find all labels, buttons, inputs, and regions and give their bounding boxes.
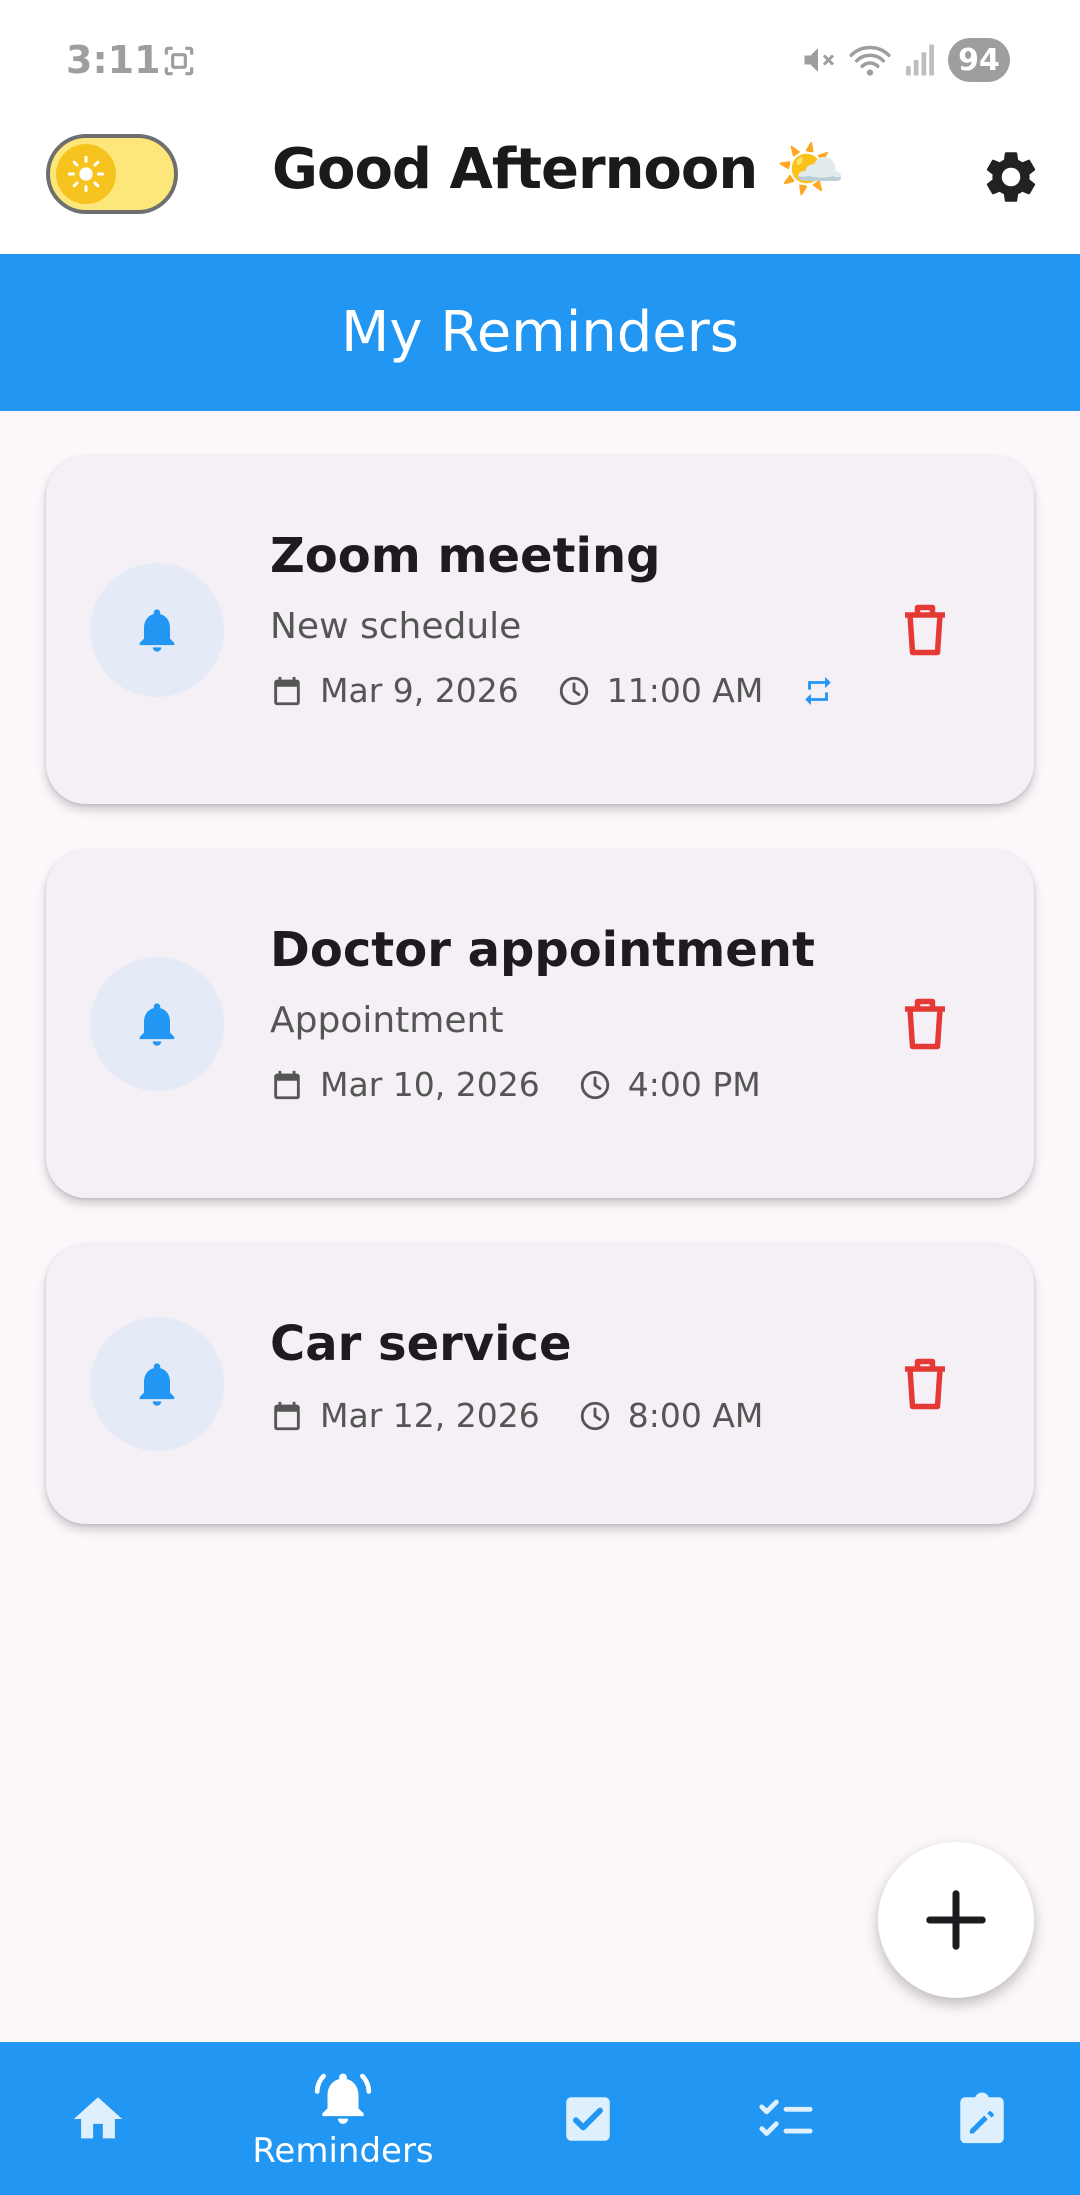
reminder-title: Zoom meeting [270, 528, 661, 584]
reminder-date: Mar 10, 2026 [320, 1065, 540, 1104]
home-icon [73, 2096, 123, 2138]
checklist-icon [759, 2099, 813, 2136]
greeting-title: Good Afternoon 🌤️ [272, 137, 845, 202]
nav-item-reminders[interactable]: Reminders [230, 2042, 456, 2195]
reminder-title: Car service [270, 1316, 572, 1372]
nav-label-reminders: Reminders [252, 2130, 434, 2171]
bell-icon [90, 1317, 224, 1451]
reminder-card[interactable]: Zoom meeting New schedule Mar 9, 2026 11… [46, 456, 1034, 804]
nav-item-home[interactable] [58, 2042, 138, 2195]
clock-icon [578, 1399, 612, 1433]
delete-icon[interactable] [900, 1356, 950, 1412]
app-header: Good Afternoon 🌤️ [0, 122, 1080, 254]
sun-icon [56, 144, 116, 204]
mute-icon [804, 48, 835, 72]
battery-indicator: 94 [948, 38, 1010, 82]
nav-item-tasks[interactable] [548, 2042, 628, 2195]
nav-item-notes[interactable] [942, 2042, 1022, 2195]
repeat-icon [801, 674, 835, 708]
calendar-icon [270, 1398, 304, 1434]
delete-icon[interactable] [900, 602, 950, 658]
signal-icon [906, 44, 934, 76]
delete-icon[interactable] [900, 996, 950, 1052]
reminder-subtitle: New schedule [270, 606, 522, 647]
calendar-icon [270, 673, 304, 709]
plus-icon [926, 1890, 986, 1950]
bell-ring-icon [314, 2072, 372, 2124]
wifi-icon [849, 45, 891, 76]
reminder-date: Mar 12, 2026 [320, 1396, 540, 1435]
reminder-card[interactable]: Car service Mar 12, 2026 8:00 AM [46, 1244, 1034, 1524]
add-reminder-button[interactable] [878, 1842, 1034, 1998]
nav-item-checklist[interactable] [746, 2042, 826, 2195]
reminder-subtitle: Appointment [270, 1000, 504, 1041]
gear-icon[interactable] [980, 146, 1042, 208]
status-bar: 3:11 94 [0, 0, 1080, 122]
reminder-title: Doctor appointment [270, 922, 815, 978]
bell-icon [90, 563, 224, 697]
page-title: My Reminders [341, 300, 739, 365]
calendar-icon [270, 1067, 304, 1103]
clock-icon [578, 1068, 612, 1102]
clock-icon [557, 674, 591, 708]
reminder-time: 11:00 AM [606, 671, 764, 710]
reminder-card[interactable]: Doctor appointment Appointment Mar 10, 2… [46, 850, 1034, 1198]
theme-toggle[interactable] [46, 134, 178, 214]
reminder-time: 4:00 PM [627, 1065, 761, 1104]
bell-icon [90, 957, 224, 1091]
screenshot-icon [164, 46, 194, 76]
checkbox-icon [566, 2096, 610, 2141]
title-bar: My Reminders [0, 254, 1080, 411]
bottom-navigation: Reminders [0, 2042, 1080, 2195]
reminder-time: 8:00 AM [627, 1396, 764, 1435]
edit-note-icon [960, 2091, 1004, 2143]
reminder-date: Mar 9, 2026 [320, 671, 519, 710]
status-time: 3:11 [66, 38, 161, 82]
